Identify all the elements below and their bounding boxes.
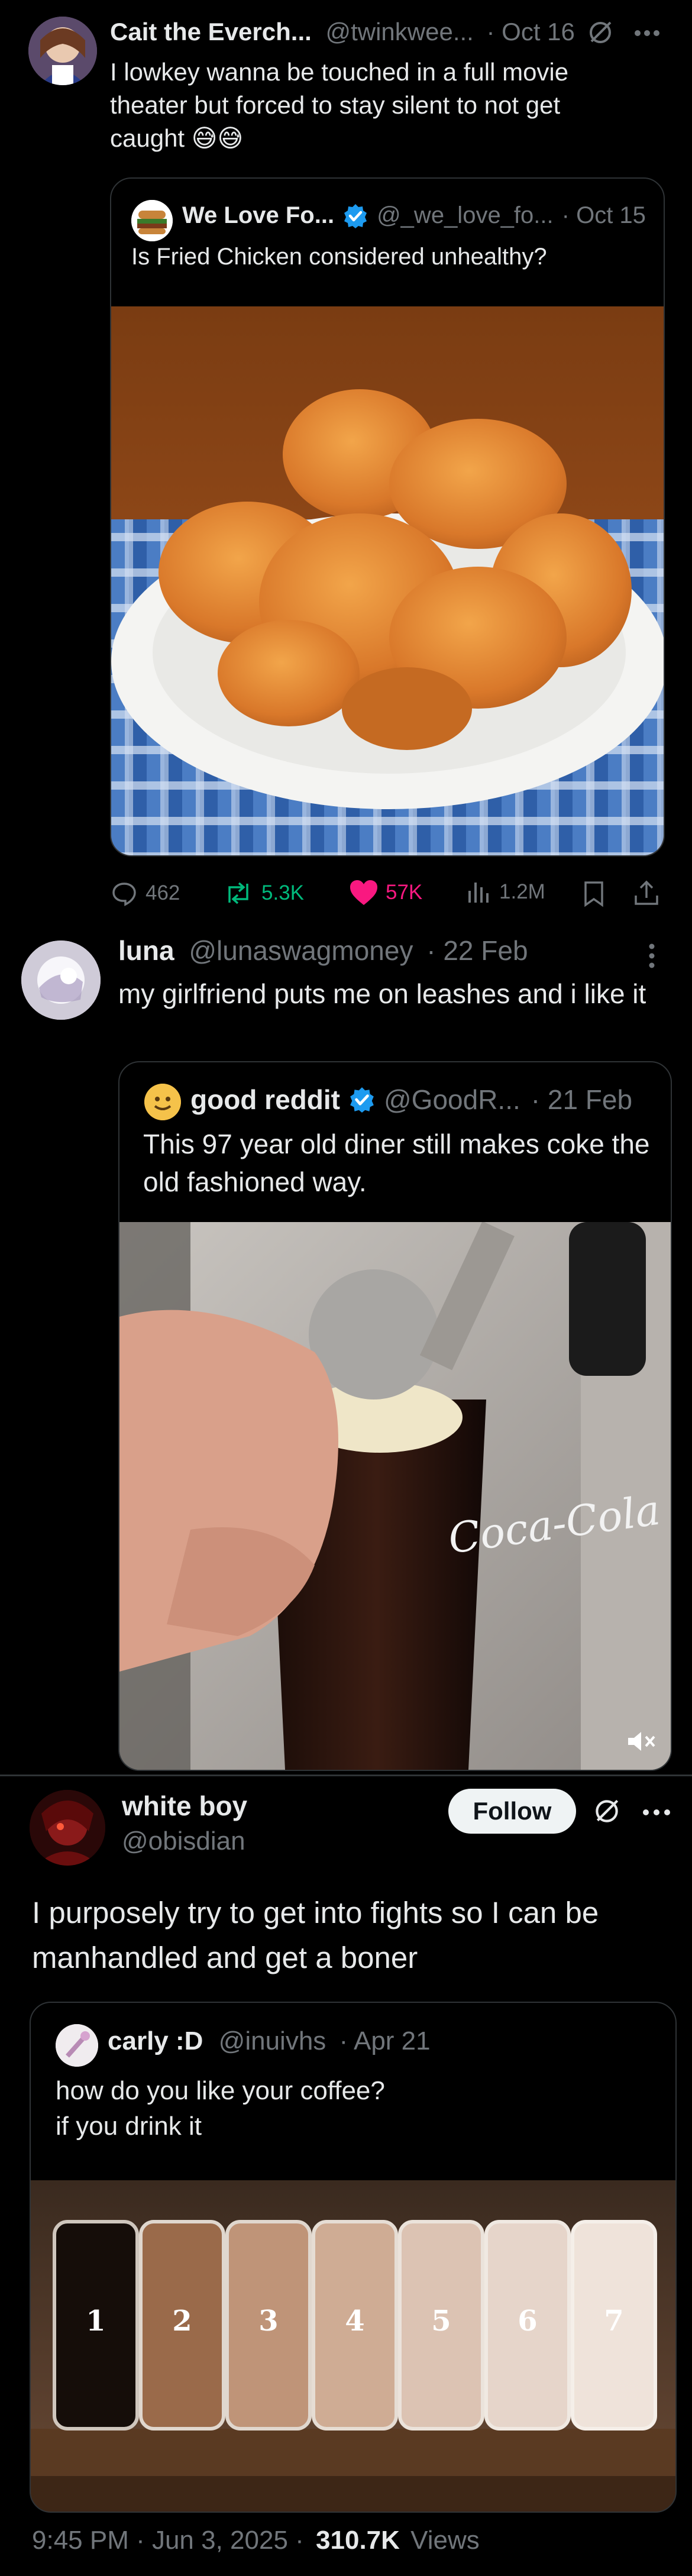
repost-count: 5.3K [261, 881, 304, 904]
jar-label-5: 5 [431, 2304, 451, 2338]
verified-badge-icon [342, 203, 368, 229]
jar-label-3: 3 [258, 2304, 279, 2338]
quote-author-name[interactable]: We Love Fo... [182, 202, 334, 229]
quote-author-handle[interactable]: @inuivhs [219, 2026, 326, 2055]
post-text: my girlfriend puts me on leashes and i l… [118, 978, 646, 1009]
author-handle[interactable]: @twinkwee... [325, 18, 473, 46]
views-button[interactable]: 1.2M [466, 879, 545, 905]
quoted-post[interactable]: good reddit @GoodR... · 21 Feb This 97 y… [118, 1061, 672, 1771]
jar-label-2: 2 [172, 2304, 192, 2338]
avatar[interactable] [21, 940, 101, 1020]
heart-icon [350, 880, 377, 905]
quote-date[interactable]: · Apr 21 [339, 2026, 431, 2055]
post-text: I purposely try to get into fights so I … [32, 1896, 599, 1974]
author-handle[interactable]: @lunaswagmoney [189, 935, 413, 966]
analytics-icon [468, 883, 489, 903]
quote-author-name[interactable]: carly :D [108, 2026, 203, 2055]
author-name[interactable]: luna [118, 935, 174, 966]
author-name[interactable]: white boy [122, 1790, 247, 1822]
follow-button[interactable]: Follow [448, 1789, 576, 1834]
avatar[interactable] [144, 1084, 181, 1120]
quote-author-name[interactable]: good reddit [190, 1084, 340, 1116]
jar-label-6: 6 [518, 2304, 538, 2338]
author-name[interactable]: Cait the Everch... [110, 18, 312, 46]
verified-badge-icon [348, 1086, 376, 1113]
quote-text-line-1: how do you like your coffee? [56, 2076, 385, 2105]
bookmark-icon[interactable] [582, 880, 606, 907]
post-date[interactable]: · 22 Feb [426, 935, 528, 966]
fried-chicken-image[interactable] [111, 306, 664, 855]
share-icon[interactable] [633, 879, 660, 907]
quote-date[interactable]: · Oct 15 [562, 202, 646, 229]
quoted-post[interactable]: carly :D @inuivhs · Apr 21 how do you li… [30, 2002, 677, 2513]
views-count: 1.2M [499, 880, 545, 903]
grok-icon[interactable] [591, 1796, 622, 1827]
more-icon[interactable] [634, 30, 660, 37]
grok-icon[interactable] [586, 18, 615, 47]
jar-label-4: 4 [345, 2304, 365, 2338]
avatar[interactable] [30, 1790, 105, 1866]
reply-icon [112, 883, 136, 906]
reply-count: 462 [145, 881, 180, 904]
mute-icon[interactable] [626, 1728, 658, 1754]
quoted-post[interactable]: We Love Fo... @_we_love_fo... · Oct 15 I… [110, 177, 665, 856]
author-handle[interactable]: @obisdian [122, 1827, 245, 1856]
views-label: Views [410, 2526, 480, 2555]
more-icon[interactable] [648, 943, 655, 969]
jar-label-7: 7 [604, 2304, 624, 2338]
post-text: I lowkey wanna be touched in a full movi… [110, 58, 569, 152]
reply-button[interactable]: 462 [110, 879, 180, 907]
avatar[interactable] [131, 200, 173, 241]
jar-label-1: 1 [86, 2304, 106, 2338]
avatar[interactable] [28, 17, 97, 85]
quote-text: This 97 year old diner still makes coke … [143, 1129, 650, 1197]
coke-float-video[interactable]: Coca-Cola [119, 1222, 671, 1770]
quote-text: Is Fried Chicken considered unhealthy? [131, 244, 547, 270]
repost-icon [228, 882, 248, 904]
coffee-jars-image[interactable]: 1 2 3 4 5 6 7 [31, 2180, 675, 2512]
quote-text-line-2: if you drink it [56, 2112, 202, 2141]
repost-button[interactable]: 5.3K [222, 879, 304, 907]
views-count: 310.7K [316, 2526, 400, 2555]
quote-author-handle[interactable]: @_we_love_fo... [377, 202, 554, 229]
like-count: 57K [386, 881, 423, 904]
quote-date[interactable]: · 21 Feb [531, 1084, 632, 1116]
more-icon[interactable] [642, 1809, 671, 1816]
post-date[interactable]: · Oct 16 [487, 18, 575, 46]
post-timestamp[interactable]: 9:45 PM · Jun 3, 2025 · [32, 2526, 304, 2555]
divider [0, 1775, 692, 1776]
quote-author-handle[interactable]: @GoodR... [384, 1084, 520, 1116]
avatar[interactable] [56, 2024, 98, 2067]
like-button[interactable]: 57K [349, 879, 422, 906]
